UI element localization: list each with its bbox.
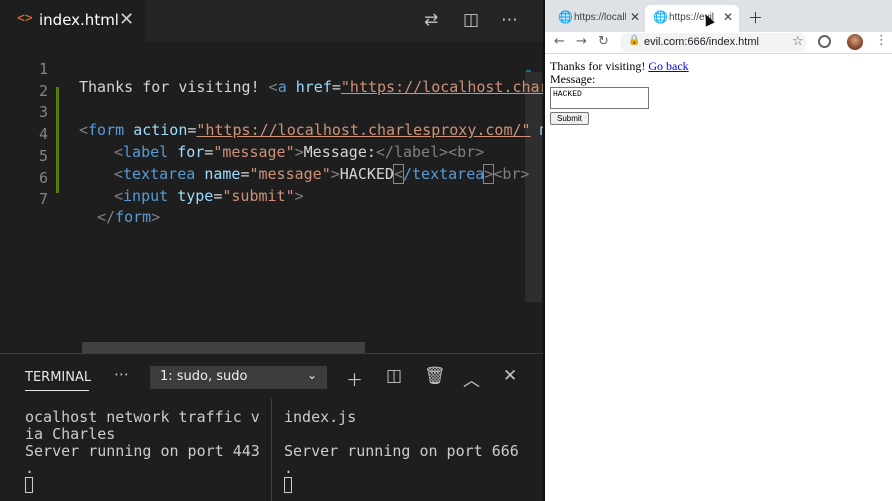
editor-tab-bar: <> index.html ✕ ⇄ ◫ ⋯ (0, 0, 543, 42)
new-terminal-icon[interactable]: ＋ (346, 366, 363, 391)
new-tab-icon[interactable]: ＋ (748, 7, 763, 28)
back-icon[interactable]: ← (554, 34, 565, 49)
terminal-session-select[interactable]: 1: sudo, sudo ⌄ (150, 366, 327, 389)
terminal-session-label: 1: sudo, sudo (160, 369, 248, 384)
trash-icon[interactable]: 🗑 (424, 366, 446, 386)
html-file-icon: <> (17, 11, 33, 26)
terminal-output: index.js Server running on port 666 . (284, 408, 519, 477)
address-bar-url: evil.com:666/index.html (644, 36, 759, 48)
editor-tab-label: index.html (39, 11, 119, 29)
code-line-5[interactable]: 5 <textarea name="message">HACKED</texta… (0, 129, 543, 184)
line-number: 7 (38, 190, 48, 208)
browser-window: 🌐 https://localh ✕ 🌐 https://evil.c ✕ ＋ … (545, 0, 892, 501)
forward-icon[interactable]: → (576, 34, 587, 49)
submit-button[interactable]: Submit (550, 112, 589, 125)
browser-tab-label: https://localh (574, 12, 626, 23)
more-actions-icon[interactable]: ⋯ (114, 365, 129, 383)
extension-icon[interactable] (818, 35, 831, 48)
go-back-link[interactable]: Go back (648, 59, 688, 73)
address-bar[interactable]: 🔒 evil.com:666/index.html (620, 33, 807, 52)
code-tag: form (115, 208, 152, 226)
tab-terminal[interactable]: TERMINAL (25, 370, 91, 385)
more-actions-icon[interactable]: ⋯ (501, 10, 518, 30)
chevron-up-icon[interactable]: ︿ (463, 366, 480, 391)
terminal-output: ocalhost network traffic v ia Charles Se… (25, 408, 260, 477)
terminal-pane-right[interactable]: index.js Server running on port 666 . (284, 409, 519, 494)
close-tab-icon[interactable]: ✕ (723, 10, 733, 24)
split-terminal-icon[interactable]: ◫ (386, 366, 402, 386)
chevron-down-icon: ⌄ (306, 368, 317, 382)
message-field[interactable]: HACKED (550, 87, 649, 109)
terminal-pane-left[interactable]: ocalhost network traffic v ia Charles Se… (25, 409, 260, 494)
message-label: Message: (550, 72, 596, 86)
browser-tab-evil[interactable]: 🌐 https://evil.c ✕ (645, 5, 739, 32)
globe-icon: 🌐 (653, 10, 668, 24)
pane-divider (271, 399, 272, 501)
code-punct: > (151, 208, 161, 226)
reload-icon[interactable]: ↻ (598, 34, 609, 49)
close-panel-icon[interactable]: ✕ (503, 366, 517, 386)
code-punct: </ (97, 208, 116, 226)
active-tab-underline (25, 390, 89, 391)
lock-icon: 🔒 (628, 35, 641, 46)
thanks-text: Thanks for visiting! (550, 59, 646, 73)
browser-menu-icon[interactable]: ⋮ (875, 33, 888, 48)
code-line-6[interactable]: 6 <input type="submit"> (0, 151, 543, 205)
split-editor-icon[interactable]: ◫ (463, 10, 479, 30)
open-changes-icon[interactable]: ⇄ (424, 10, 438, 30)
close-tab-icon[interactable]: ✕ (119, 9, 134, 30)
browser-toolbar: ← → ↻ 🔒 evil.com:666/index.html ☆ ⋮ (545, 32, 892, 54)
code-area[interactable]: 1 Thanks for visiting! <a href="https://… (0, 42, 543, 354)
close-tab-icon[interactable]: ✕ (630, 10, 640, 24)
code-line-2[interactable]: 2 (0, 64, 543, 100)
code-editor: <> index.html ✕ ⇄ ◫ ⋯ 1 Thanks for visit… (0, 0, 543, 501)
terminal-cursor (25, 477, 33, 493)
bookmark-star-icon[interactable]: ☆ (792, 34, 804, 49)
terminal-panel: TERMINAL ⋯ 1: sudo, sudo ⌄ ＋ ◫ 🗑 ︿ ✕ oca… (0, 353, 543, 501)
globe-icon: 🌐 (558, 10, 573, 24)
code-line-7[interactable]: 7 </form> (0, 172, 543, 226)
web-page-content: Thanks for visiting! Go back Message: HA… (550, 60, 689, 125)
code-line-1[interactable]: 1 Thanks for visiting! <a href="https://… (0, 42, 543, 96)
terminal-cursor (284, 477, 292, 493)
avatar[interactable] (847, 34, 863, 50)
browser-tab-localhost[interactable]: 🌐 https://localh ✕ (550, 5, 646, 32)
code-line-3[interactable]: 3 <form action="https://localhost.charle… (0, 85, 543, 139)
code-line-4[interactable]: 4 <label for="message">Message:</label><… (0, 107, 543, 161)
editor-tab-index-html[interactable]: <> index.html ✕ (0, 0, 145, 42)
browser-tab-strip: 🌐 https://localh ✕ 🌐 https://evil.c ✕ ＋ (545, 0, 892, 32)
